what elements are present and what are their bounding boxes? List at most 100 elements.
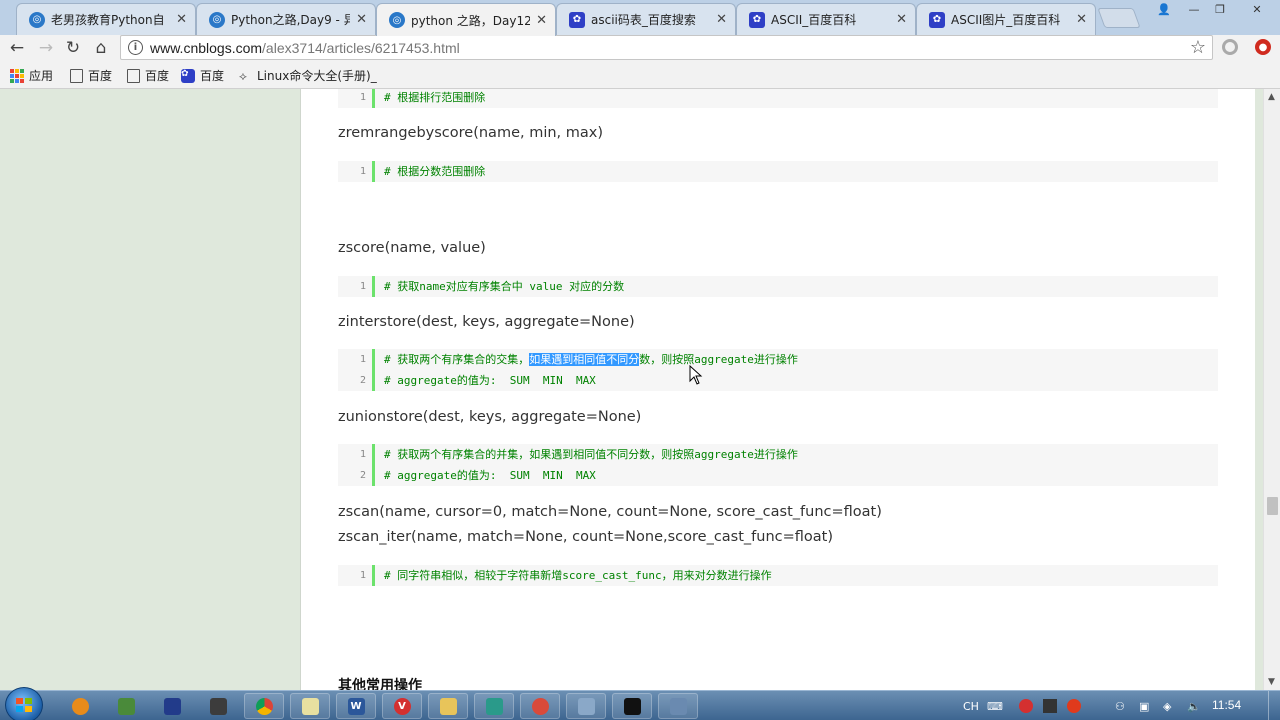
taskbar-brush[interactable] [566, 693, 606, 719]
taskbar-app[interactable] [474, 693, 514, 719]
code-block: 1 # 获取两个有序集合的并集，如果遇到相同值不同分数，则按照aggregate… [338, 444, 1218, 486]
close-icon[interactable]: ✕ [356, 12, 367, 27]
show-desktop-button[interactable] [1268, 691, 1280, 720]
line-number: 1 [359, 281, 366, 292]
extension-circle-icon[interactable] [1222, 39, 1238, 55]
restore-icon[interactable]: ❐ [1206, 0, 1234, 18]
baidu-paw-icon: ✿ [569, 11, 585, 28]
close-icon[interactable]: ✕ [716, 12, 727, 27]
tab-title: python 之路，Day12 [411, 13, 531, 28]
tab-day9[interactable]: ◎ Python之路,Day9 - 异 ✕ [196, 3, 376, 35]
minimize-icon[interactable]: — [1180, 0, 1208, 18]
scrollbar-thumb[interactable] [1267, 497, 1278, 515]
bookmark-label: 百度 [145, 69, 170, 83]
url-host: www.cnblogs.com [150, 40, 263, 56]
vivaldi-icon: V [393, 697, 411, 715]
code-line: 1 # 根据排行范围删除 [338, 89, 1218, 108]
code-block: 1 # 获取两个有序集合的交集，如果遇到相同值不同分数，则按照aggregate… [338, 349, 1218, 391]
tray-security-icon[interactable]: ◈ [1163, 691, 1171, 720]
ime-indicator[interactable]: CH [963, 691, 979, 720]
taskbar-notepad[interactable] [290, 693, 330, 719]
taskbar-vivaldi[interactable]: V [382, 693, 422, 719]
taskbar-chrome[interactable] [244, 693, 284, 719]
tab-ascii-baike[interactable]: ✿ ASCII_百度百科 ✕ [736, 3, 916, 35]
tab-day12[interactable]: ◎ python 之路，Day12 ✕ [376, 3, 556, 36]
close-icon[interactable]: ✕ [1076, 12, 1087, 27]
code-text: # aggregate的值为: SUM MIN MAX [384, 374, 596, 387]
back-icon[interactable]: ← [6, 37, 28, 59]
user-icon[interactable]: 👤 [1150, 0, 1178, 18]
tray-tools-icon[interactable] [1043, 691, 1057, 720]
info-icon[interactable]: i [128, 40, 143, 55]
taskbar-cmd[interactable] [612, 693, 652, 719]
bookmark-linux[interactable]: ⟡ Linux命令大全(手册)_ [239, 67, 377, 84]
taskbar-paint[interactable] [520, 693, 560, 719]
cnblogs-icon: ◎ [29, 11, 45, 28]
close-icon[interactable]: ✕ [896, 12, 907, 27]
network-icon [117, 697, 135, 715]
tab-oldboy[interactable]: ◎ 老男孩教育Python自 ✕ [16, 3, 196, 35]
code-text: # 获取两个有序集合的并集，如果遇到相同值不同分数，则按照aggregate进行… [384, 448, 798, 461]
taskbar-window[interactable] [658, 693, 698, 719]
firefox-icon [71, 697, 89, 715]
gutter-bar [372, 444, 375, 465]
method-signature: zscan(name, cursor=0, match=None, count=… [338, 504, 882, 520]
tray-vivaldi-icon[interactable] [1019, 691, 1033, 720]
method-signature: zscore(name, value) [338, 240, 486, 256]
tab-title: ASCII_百度百科 [771, 13, 857, 27]
code-block: 1 # 获取name对应有序集合中 value 对应的分数 [338, 276, 1218, 297]
volume-icon[interactable]: 🔈 [1187, 691, 1201, 720]
scroll-up-arrow-icon[interactable]: ▲ [1268, 92, 1275, 102]
bookmark-label: Linux命令大全(手册)_ [257, 69, 377, 83]
new-tab-button[interactable] [1097, 8, 1141, 28]
bookmark-baidu-2[interactable]: 百度 [127, 67, 169, 84]
app-icon [485, 697, 503, 715]
method-signature: zunionstore(dest, keys, aggregate=None) [338, 409, 642, 425]
url-text[interactable]: www.cnblogs.com/alex3714/articles/621745… [150, 40, 460, 56]
code-line: 1 # 根据分数范围删除 [338, 161, 1218, 182]
tray-network-icon[interactable]: ▣ [1139, 691, 1149, 720]
code-text[interactable]: # 获取两个有序集合的交集，如果遇到相同值不同分数，则按照aggregate进行… [384, 349, 798, 370]
line-number: 1 [359, 449, 366, 460]
explorer-icon [439, 697, 457, 715]
keyboard-icon[interactable]: ⌨ [987, 691, 1003, 720]
system-clock[interactable]: 11:54 [1212, 698, 1241, 712]
notepad-icon [301, 697, 319, 715]
bookmark-apps[interactable]: 应用 [10, 67, 53, 84]
start-button[interactable] [5, 687, 43, 720]
bookmark-baidu-1[interactable]: 百度 [70, 67, 112, 84]
close-icon[interactable]: ✕ [536, 13, 547, 28]
address-bar[interactable]: i www.cnblogs.com/alex3714/articles/6217… [120, 35, 1213, 60]
taskbar-network[interactable] [106, 693, 146, 719]
save-icon [163, 697, 181, 715]
gutter-bar [372, 565, 375, 586]
close-icon[interactable]: ✕ [176, 12, 187, 27]
window-close-icon[interactable]: ✕ [1240, 0, 1274, 18]
tab-ascii-search[interactable]: ✿ ascii码表_百度搜索 ✕ [556, 3, 736, 35]
apps-grid-icon [10, 68, 24, 83]
home-icon[interactable]: ⌂ [90, 37, 112, 59]
taskbar-word[interactable]: W [336, 693, 376, 719]
extension-red-icon[interactable]: ● [1255, 39, 1271, 55]
code-line: 2 # aggregate的值为: SUM MIN MAX [338, 370, 1218, 391]
taskbar-save[interactable] [152, 693, 192, 719]
url-path: /alex3714/articles/6217453.html [262, 40, 460, 56]
taskbar-explorer[interactable] [428, 693, 468, 719]
reload-icon[interactable]: ↻ [62, 37, 84, 59]
forward-icon[interactable]: → [35, 37, 57, 59]
taskbar-firefox[interactable] [60, 693, 100, 719]
bookmark-label: 应用 [29, 69, 54, 83]
tray-people-icon[interactable]: ⚇ [1115, 691, 1125, 720]
code-block: 1 # 根据排行范围删除 [338, 89, 1218, 108]
code-line: 2 # aggregate的值为: SUM MIN MAX [338, 465, 1218, 486]
line-number: 2 [359, 375, 366, 386]
scroll-down-arrow-icon[interactable]: ▼ [1268, 677, 1275, 687]
tab-ascii-images[interactable]: ✿ ASCII图片_百度百科 ✕ [916, 3, 1096, 35]
bookmark-baidu-3[interactable]: ✿ 百度 [181, 67, 224, 84]
word-icon: W [347, 697, 365, 715]
page-scrollbar[interactable]: ▲ ▼ [1263, 89, 1280, 690]
taskbar-tools[interactable] [198, 693, 238, 719]
bookmark-star-icon[interactable]: ☆ [1190, 37, 1206, 58]
section-heading: 其他常用操作 [338, 678, 422, 690]
tray-record-icon[interactable] [1067, 691, 1081, 720]
